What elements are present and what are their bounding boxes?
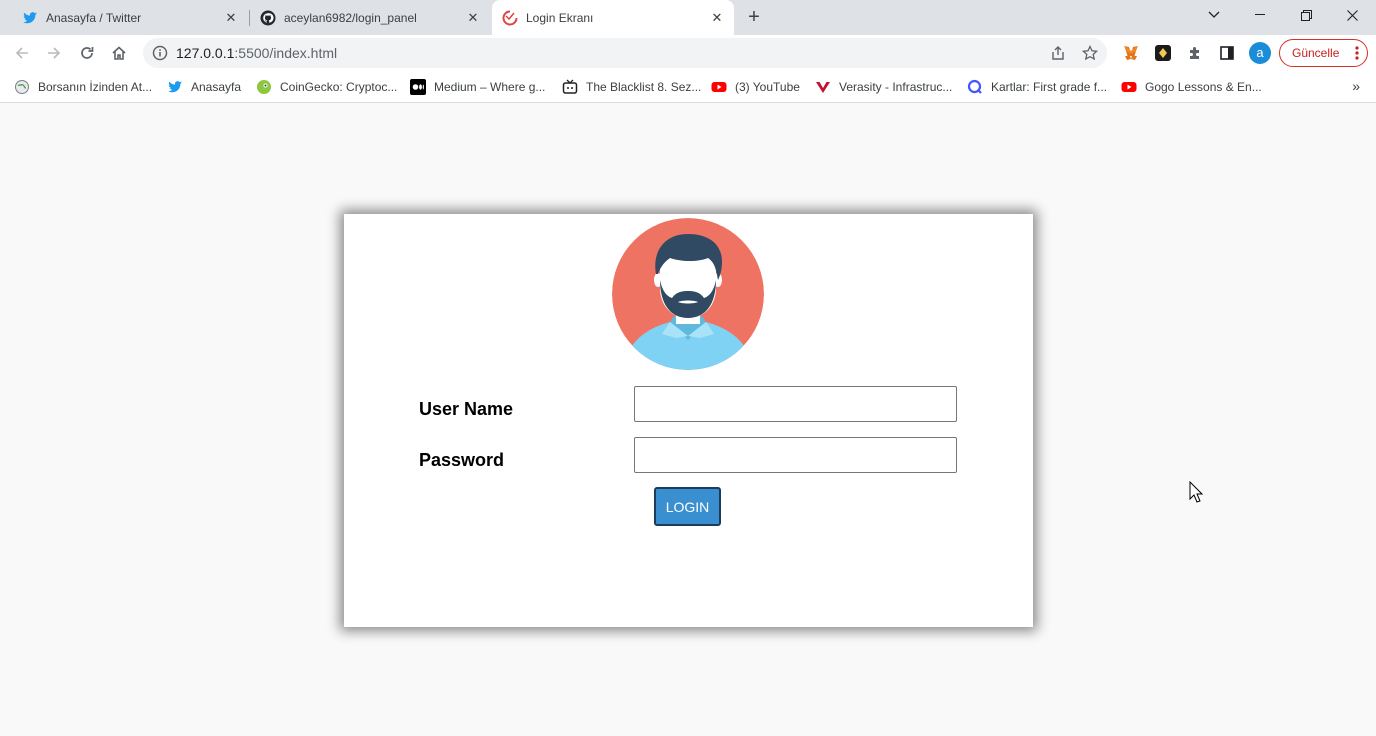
address-bar[interactable]: 127.0.0.1:5500/index.html bbox=[143, 38, 1107, 68]
more-menu-icon[interactable] bbox=[1355, 45, 1359, 64]
youtube-icon bbox=[711, 79, 727, 95]
tab-title: aceylan6982/login_panel bbox=[284, 10, 417, 25]
home-icon bbox=[112, 46, 126, 60]
tab-search-chevron-icon[interactable] bbox=[1191, 0, 1237, 30]
bookmark-star-icon[interactable] bbox=[1081, 44, 1099, 62]
username-input[interactable] bbox=[634, 386, 957, 422]
update-button[interactable]: Güncelle bbox=[1279, 39, 1368, 67]
verasity-icon bbox=[815, 79, 831, 95]
tab-title: Login Ekranı bbox=[526, 10, 594, 25]
user-avatar-illustration bbox=[612, 218, 764, 370]
forward-button[interactable] bbox=[40, 39, 68, 67]
mouse-cursor-icon bbox=[1189, 481, 1203, 503]
youtube-icon bbox=[1121, 79, 1137, 95]
globe-icon bbox=[14, 79, 30, 95]
medium-icon bbox=[410, 79, 426, 95]
login-button[interactable]: LOGIN bbox=[654, 487, 721, 526]
site-info-icon[interactable] bbox=[151, 44, 169, 62]
bookmark-label: (3) YouTube bbox=[735, 80, 800, 94]
url-host: 127.0.0.1 bbox=[176, 45, 235, 61]
side-panel-icon[interactable] bbox=[1217, 43, 1237, 63]
page-favicon-icon bbox=[502, 10, 518, 26]
bookmark-item[interactable]: Borsanın İzinden At... bbox=[14, 77, 152, 97]
bookmark-label: Gogo Lessons & En... bbox=[1145, 80, 1262, 94]
close-tab-icon[interactable]: ✕ bbox=[464, 9, 482, 27]
bookmark-label: Kartlar: First grade f... bbox=[991, 80, 1108, 94]
username-label: User Name bbox=[419, 399, 514, 419]
tab-title: Anasayfa / Twitter bbox=[46, 10, 142, 25]
reload-icon bbox=[81, 47, 94, 59]
bookmark-label: CoinGecko: Cryptoc... bbox=[280, 80, 398, 94]
url-path: :5500/index.html bbox=[234, 45, 338, 61]
bookmark-item[interactable]: Gogo Lessons & En... bbox=[1121, 77, 1262, 97]
twitter-icon bbox=[22, 10, 38, 26]
bookmark-item[interactable]: (3) YouTube bbox=[711, 77, 800, 97]
bookmark-item[interactable]: Kartlar: First grade f... bbox=[967, 77, 1107, 97]
close-tab-icon[interactable]: ✕ bbox=[222, 9, 240, 27]
minimize-icon[interactable] bbox=[1237, 0, 1283, 30]
twitter-icon bbox=[167, 79, 183, 95]
new-tab-button[interactable]: + bbox=[742, 6, 766, 30]
bookmark-label: Borsanın İzinden At... bbox=[38, 80, 153, 94]
url-text: 127.0.0.1:5500/index.html bbox=[176, 45, 337, 61]
reload-button[interactable] bbox=[73, 39, 101, 67]
tv-icon bbox=[562, 79, 578, 95]
back-arrow-icon bbox=[15, 47, 28, 59]
share-icon[interactable] bbox=[1049, 44, 1067, 62]
browser-toolbar: 127.0.0.1:5500/index.html a Güncelle bbox=[0, 35, 1376, 71]
extension-icon-black[interactable] bbox=[1153, 43, 1173, 63]
login-card: User Name Password LOGIN bbox=[344, 214, 1033, 627]
bookmark-item[interactable]: Anasayfa bbox=[167, 77, 241, 97]
restore-icon[interactable] bbox=[1283, 0, 1329, 30]
tab-strip: Anasayfa / Twitter ✕ aceylan6982/login_p… bbox=[0, 0, 1376, 35]
coingecko-icon bbox=[256, 79, 272, 95]
bookmark-item[interactable]: The Blacklist 8. Sez... bbox=[562, 77, 701, 97]
update-button-label: Güncelle bbox=[1292, 46, 1340, 60]
bookmarks-bar: Borsanın İzinden At... Anasayfa CoinGeck… bbox=[0, 71, 1376, 103]
github-icon bbox=[260, 10, 276, 26]
metamask-extension-icon[interactable] bbox=[1121, 43, 1141, 63]
tab-login-ekrani[interactable]: Login Ekranı ✕ bbox=[492, 0, 734, 35]
bookmark-label: Medium – Where g... bbox=[434, 80, 546, 94]
password-input[interactable] bbox=[634, 437, 957, 473]
bookmark-label: The Blacklist 8. Sez... bbox=[586, 80, 702, 94]
bookmark-label: Anasayfa bbox=[191, 80, 242, 94]
close-tab-icon[interactable]: ✕ bbox=[708, 9, 726, 27]
tab-github[interactable]: aceylan6982/login_panel ✕ bbox=[250, 0, 490, 35]
page-viewport: User Name Password LOGIN bbox=[0, 104, 1376, 736]
close-window-icon[interactable] bbox=[1329, 0, 1375, 30]
profile-avatar-button[interactable]: a bbox=[1249, 42, 1271, 64]
tab-twitter[interactable]: Anasayfa / Twitter ✕ bbox=[0, 0, 248, 35]
quizlet-icon bbox=[967, 79, 983, 95]
bookmark-item[interactable]: CoinGecko: Cryptoc... bbox=[256, 77, 397, 97]
bookmark-item[interactable]: Medium – Where g... bbox=[410, 77, 545, 97]
bookmark-label: Verasity - Infrastruc... bbox=[839, 80, 953, 94]
password-label: Password bbox=[419, 450, 505, 470]
bookmark-item[interactable]: Verasity - Infrastruc... bbox=[815, 77, 952, 97]
bookmarks-overflow-chevron-icon[interactable]: » bbox=[1352, 78, 1360, 94]
extensions-puzzle-icon[interactable] bbox=[1185, 43, 1205, 63]
back-button[interactable] bbox=[8, 39, 36, 67]
forward-arrow-icon bbox=[48, 47, 61, 59]
home-button[interactable] bbox=[105, 39, 133, 67]
